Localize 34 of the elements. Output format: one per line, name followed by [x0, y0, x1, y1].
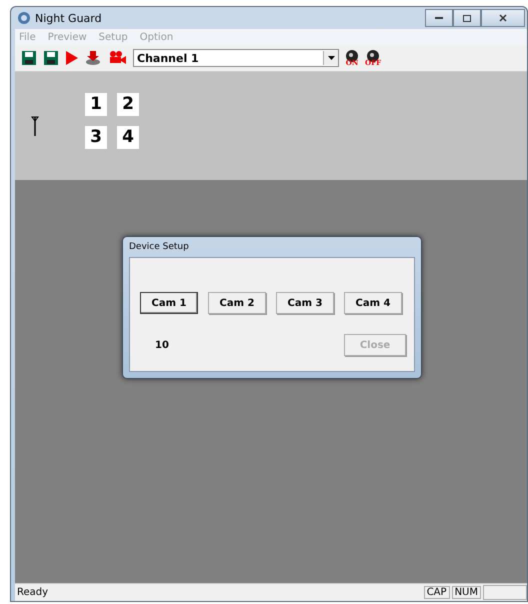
- close-button[interactable]: [481, 9, 525, 27]
- maximize-icon: [463, 14, 471, 22]
- channel-number: 4: [117, 126, 139, 149]
- download-icon[interactable]: [85, 50, 101, 66]
- minimize-button[interactable]: [425, 9, 453, 27]
- camera-button[interactable]: Cam 2: [208, 292, 266, 314]
- camera-button[interactable]: Cam 1: [140, 292, 198, 314]
- close-icon: [499, 14, 507, 22]
- channel-dropdown[interactable]: Channel 1: [133, 49, 339, 67]
- video-camera-icon[interactable]: [107, 50, 127, 66]
- count-label: 10: [155, 340, 169, 350]
- antenna-icon: [31, 116, 39, 136]
- channel-number: 3: [85, 126, 107, 149]
- window-title: Night Guard: [35, 12, 102, 24]
- menu-item[interactable]: Preview: [48, 32, 87, 42]
- save-all-icon[interactable]: [43, 50, 59, 66]
- menu-item[interactable]: Setup: [98, 32, 128, 42]
- app-icon: [17, 11, 31, 25]
- dialog-title: Device Setup: [129, 241, 190, 254]
- channel-number: 1: [85, 93, 107, 116]
- channel-number: 2: [117, 93, 139, 116]
- status-indicator: CAP: [424, 586, 450, 599]
- camera-button[interactable]: Cam 4: [344, 292, 402, 314]
- save-icon[interactable]: [21, 50, 37, 66]
- status-panel: [483, 585, 527, 600]
- status-indicator: NUM: [452, 586, 481, 599]
- menu-item[interactable]: File: [19, 32, 36, 42]
- camera-button[interactable]: Cam 3: [276, 292, 334, 314]
- maximize-button[interactable]: [453, 9, 481, 27]
- dropdown-arrow-icon: [328, 56, 334, 60]
- play-icon[interactable]: [65, 50, 79, 66]
- status-text: Ready: [16, 587, 50, 598]
- menu-item[interactable]: Option: [140, 32, 174, 42]
- minimize-icon: [435, 16, 443, 20]
